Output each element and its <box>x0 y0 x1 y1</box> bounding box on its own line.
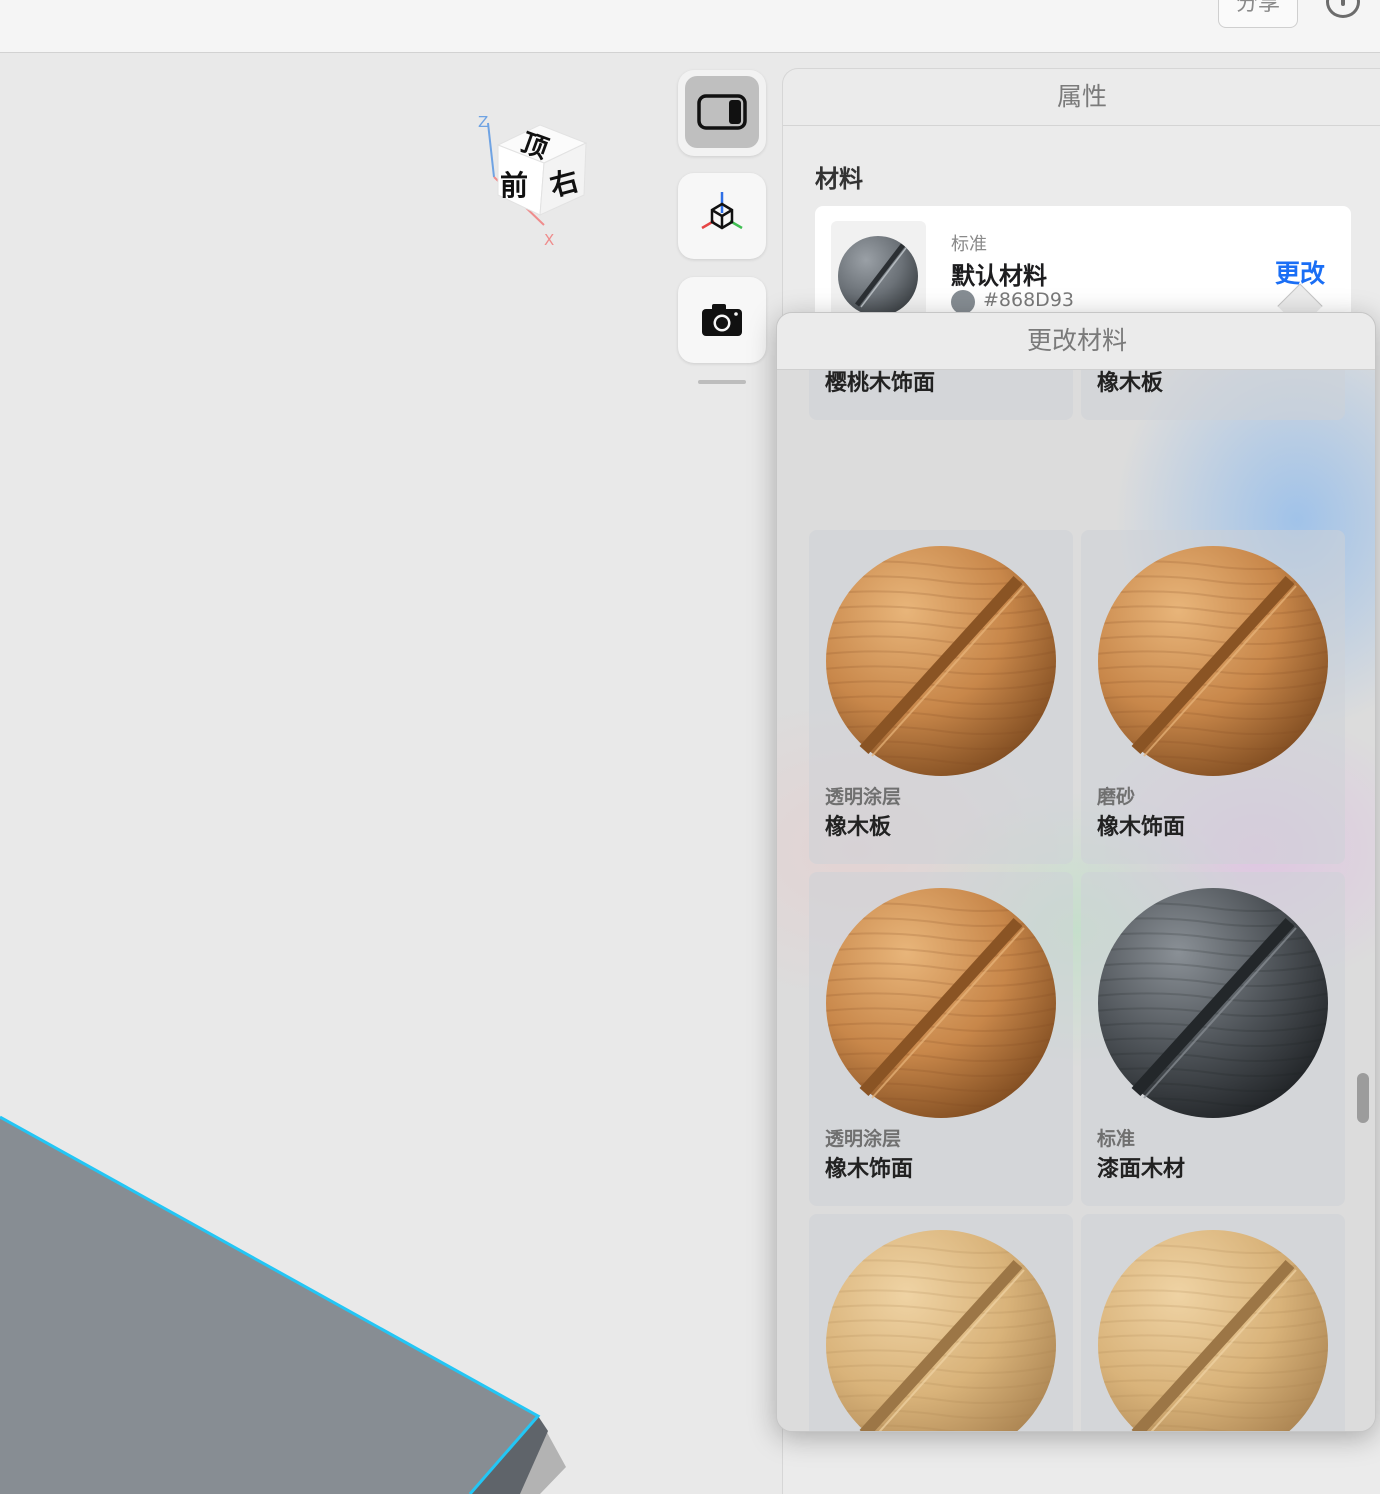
scene-canvas[interactable] <box>0 53 782 1494</box>
material-tile[interactable]: 透明涂层樱桃木饰面 <box>809 370 1073 420</box>
info-icon[interactable] <box>1326 0 1360 18</box>
cube-front-label: 前 <box>500 169 528 202</box>
transform-gizmo-button[interactable] <box>678 173 766 259</box>
material-tile-name: 漆面木材 <box>1097 1157 1186 1182</box>
camera-icon <box>702 304 742 336</box>
material-tile-name: 樱桃木饰面 <box>825 371 936 396</box>
material-tile-category: 透明涂层 <box>825 786 902 808</box>
material-color-swatch <box>951 290 975 314</box>
change-material-popover: 更改材料 透明涂层樱桃木饰面 <box>776 312 1376 1432</box>
scrollbar-thumb[interactable] <box>1357 1073 1369 1123</box>
material-color-hex: #868D93 <box>983 289 1074 311</box>
material-thumbnail <box>831 221 926 321</box>
properties-header: 属性 <box>783 69 1380 126</box>
material-preview-sphere <box>826 1230 1056 1431</box>
material-preview-sphere <box>826 546 1056 776</box>
material-tile[interactable] <box>1081 1214 1345 1431</box>
material-tile[interactable]: 磨砂橡木板 <box>1081 370 1345 420</box>
top-toolbar: 分享 <box>0 0 1380 53</box>
view-cube[interactable]: Z X 顶 前 右 <box>470 111 600 251</box>
z-axis <box>487 122 495 178</box>
z-axis-label: Z <box>478 113 488 131</box>
material-preview-sphere <box>1098 888 1328 1118</box>
material-tile-category: 透明涂层 <box>825 1128 902 1150</box>
current-material-card[interactable]: 标准 默认材料 #868D93 更改 <box>815 206 1351 326</box>
material-tile[interactable] <box>809 1214 1073 1431</box>
material-preview-sphere <box>826 888 1056 1118</box>
material-tile-category: 磨砂 <box>1097 786 1136 808</box>
share-button[interactable]: 分享 <box>1218 0 1298 28</box>
material-grid[interactable]: 透明涂层樱桃木饰面 磨砂橡木板 <box>777 370 1375 1431</box>
material-preview-sphere <box>1098 546 1328 776</box>
tool-divider <box>698 380 746 384</box>
snapshot-button[interactable] <box>678 277 766 363</box>
material-tile[interactable]: 标准 漆面木材 <box>1081 872 1345 1206</box>
transform-gizmo-icon <box>701 192 743 230</box>
material-tile[interactable]: 磨砂 橡木饰面 <box>1081 530 1345 864</box>
sidebar-toggle-button[interactable] <box>678 70 766 156</box>
3d-viewport[interactable]: Z X 顶 前 右 <box>0 53 782 1494</box>
x-axis-label: X <box>544 231 554 249</box>
material-tile-category: 标准 <box>1097 1128 1136 1150</box>
popover-title: 更改材料 <box>777 313 1375 370</box>
material-tile-name: 橡木板 <box>1097 371 1164 396</box>
material-section-title: 材料 <box>815 165 863 193</box>
material-tile[interactable]: 透明涂层 橡木饰面 <box>809 872 1073 1206</box>
material-tile[interactable]: 透明涂层 橡木板 <box>809 530 1073 864</box>
material-preview-sphere <box>1098 1230 1328 1431</box>
material-name: 默认材料 <box>951 262 1047 290</box>
material-tile-name: 橡木板 <box>825 815 892 840</box>
selected-block[interactable] <box>0 1117 538 1494</box>
material-category: 标准 <box>951 234 987 255</box>
material-tile-name: 橡木饰面 <box>1097 815 1186 840</box>
sidebar-icon <box>697 94 747 130</box>
material-tile-name: 橡木饰面 <box>825 1157 914 1182</box>
